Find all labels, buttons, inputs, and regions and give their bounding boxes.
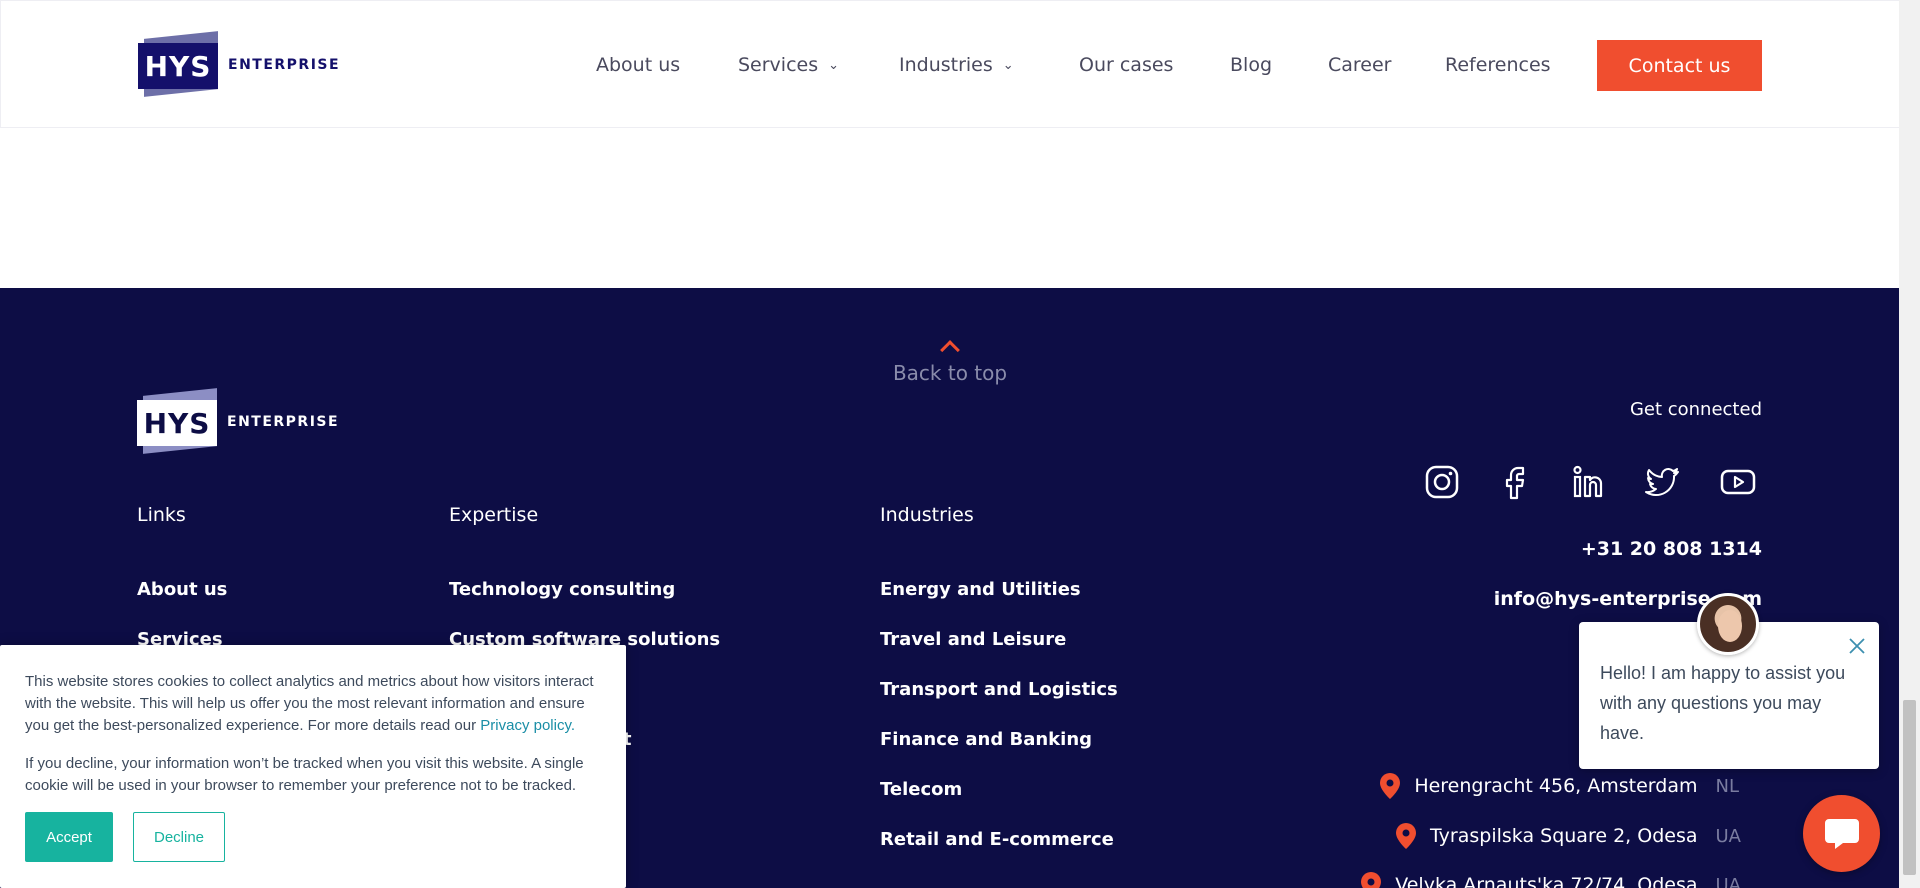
footer-link-retail[interactable]: Retail and E-commerce [880, 829, 1114, 850]
header-logo[interactable]: HYS ENTERPRISE [138, 31, 341, 97]
nav-blog[interactable]: Blog [1230, 54, 1272, 76]
nav-references[interactable]: References [1445, 54, 1551, 76]
chat-launcher-button[interactable] [1803, 795, 1880, 872]
country-code: NL [1715, 775, 1740, 797]
footer-logo[interactable]: HYS ENTERPRISE [137, 388, 340, 454]
chat-agent-avatar [1697, 593, 1759, 655]
decline-button[interactable]: Decline [133, 812, 225, 862]
close-icon[interactable] [1847, 636, 1867, 656]
address-amsterdam: Herengracht 456, Amsterdam NL [1380, 773, 1739, 799]
footer-link-technology-consulting[interactable]: Technology consulting [449, 579, 675, 600]
logo-wordmark: ENTERPRISE [227, 414, 340, 430]
chevron-down-icon: ⌄ [1002, 58, 1014, 73]
nav-services[interactable]: Services ⌄ [738, 54, 839, 76]
contact-us-button[interactable]: Contact us [1597, 40, 1762, 91]
cookie-text-2: If you decline, your information won’t b… [25, 755, 584, 794]
nav-our-cases[interactable]: Our cases [1079, 54, 1173, 76]
phone-link[interactable]: +31 20 808 1314 [1581, 538, 1762, 560]
location-pin-icon [1361, 872, 1382, 888]
get-connected-heading: Get connected [1629, 399, 1762, 420]
instagram-icon[interactable] [1424, 464, 1460, 500]
address-text: Velyka Arnauts'ka 72/74, Odesa [1395, 874, 1698, 888]
accept-button[interactable]: Accept [25, 812, 113, 862]
cookie-banner: This website stores cookies to collect a… [0, 645, 626, 888]
page-scrollbar[interactable] [1899, 0, 1920, 888]
footer-link-transport[interactable]: Transport and Logistics [880, 679, 1118, 700]
linkedin-icon[interactable] [1572, 464, 1608, 500]
logo-mark: HYS [137, 388, 217, 454]
footer-link-travel[interactable]: Travel and Leisure [880, 629, 1066, 650]
footer-link-about-us[interactable]: About us [137, 579, 227, 600]
address-odesa-1: Tyraspilska Square 2, Odesa UA [1396, 823, 1741, 849]
footer-link-energy[interactable]: Energy and Utilities [880, 579, 1081, 600]
location-pin-icon [1396, 823, 1417, 849]
logo-mark: HYS [138, 31, 218, 97]
facebook-icon[interactable] [1497, 464, 1533, 500]
back-to-top-link[interactable]: Back to top [880, 340, 1020, 385]
nav-industries[interactable]: Industries ⌄ [899, 54, 1014, 76]
site-header: HYS ENTERPRISE About us Services ⌄ Indust… [0, 0, 1899, 128]
nav-career[interactable]: Career [1328, 54, 1392, 76]
country-code: UA [1715, 825, 1742, 847]
back-to-top-label: Back to top [892, 361, 1008, 385]
nav-about-us[interactable]: About us [596, 54, 680, 76]
country-code: UA [1715, 874, 1742, 888]
industries-heading: Industries [880, 504, 974, 526]
chevron-up-icon [940, 340, 960, 360]
expertise-heading: Expertise [449, 504, 539, 526]
privacy-policy-link[interactable]: Privacy policy. [480, 717, 575, 734]
address-odesa-2: Velyka Arnauts'ka 72/74, Odesa UA [1361, 872, 1741, 888]
twitter-icon[interactable] [1645, 464, 1681, 500]
address-text: Herengracht 456, Amsterdam [1414, 775, 1698, 797]
links-heading: Links [137, 504, 186, 526]
youtube-icon[interactable] [1720, 464, 1756, 500]
footer-link-telecom[interactable]: Telecom [880, 779, 962, 800]
footer-link-finance[interactable]: Finance and Banking [880, 729, 1092, 750]
chat-icon [1824, 818, 1859, 849]
logo-wordmark: ENTERPRISE [228, 57, 341, 73]
cookie-text-1: This website stores cookies to collect a… [25, 673, 594, 734]
chat-greeting-text: Hello! I am happy to assist you with any… [1600, 663, 1846, 743]
address-text: Tyraspilska Square 2, Odesa [1430, 825, 1698, 847]
chevron-down-icon: ⌄ [828, 58, 840, 73]
scrollbar-thumb[interactable] [1903, 700, 1916, 875]
location-pin-icon [1380, 773, 1401, 799]
